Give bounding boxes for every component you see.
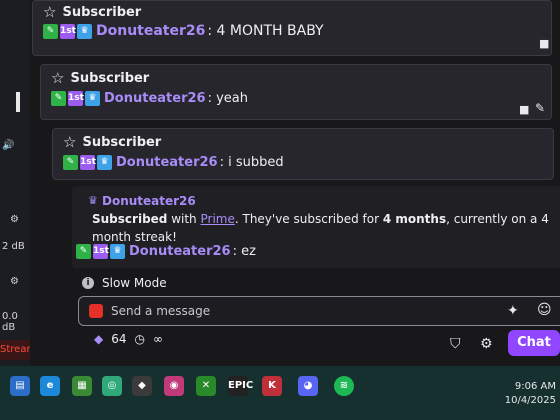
chat-input-placeholder: Send a message: [111, 304, 211, 318]
crown-badge-icon[interactable]: ♛: [77, 23, 92, 39]
first-badge-icon[interactable]: 1st: [60, 23, 76, 39]
info-icon: i: [82, 277, 94, 289]
app-icon[interactable]: ◉: [164, 376, 184, 396]
first-badge-icon[interactable]: 1st: [80, 155, 96, 170]
points-count: 64: [111, 332, 127, 346]
streamlabs-icon[interactable]: ◎: [102, 376, 122, 396]
star-icon: ☆: [63, 133, 77, 151]
clock-date: 10/4/2025: [504, 395, 556, 406]
audio-mixer-panel: 🔊 ⚙ 2 dB ⚙ 0.0 dB Stream: [0, 0, 36, 366]
header-label: Subscriber: [62, 4, 142, 20]
timer-icon: ◷: [134, 332, 145, 346]
sword-badge-icon[interactable]: ✎: [51, 91, 66, 106]
chat-message-card: ☆ Subscriber ✎ 1st ♛ Donuteater26 : yeah…: [40, 64, 552, 120]
channel-points-row: ◆ 64 ◷ ∞: [94, 332, 163, 346]
slow-mode-label: Slow Mode: [102, 276, 167, 290]
gear-icon[interactable]: ⚙: [10, 276, 19, 287]
username[interactable]: Donuteater26: [96, 23, 205, 39]
clock-time: 9:06 AM: [514, 381, 556, 392]
db-label: 2 dB: [2, 241, 25, 252]
chat-panel: ☆ Subscriber ✎ 1st ♛ Donuteater26 : 4 MO…: [30, 0, 560, 366]
zero-db-label: 0.0 dB: [2, 311, 18, 333]
sub-username[interactable]: Donuteater26: [102, 194, 196, 208]
epic-games-icon[interactable]: EPIC: [228, 376, 253, 396]
roblox-icon[interactable]: ◆: [132, 376, 152, 396]
minecraft-icon[interactable]: ▦: [72, 376, 92, 396]
sub-text-mid: . They've subscribed for: [234, 212, 383, 226]
prime-link[interactable]: Prime: [200, 212, 234, 226]
username[interactable]: Donuteater26: [116, 155, 218, 170]
infinity-value: ∞: [153, 332, 163, 346]
header-label: Subscriber: [82, 134, 162, 150]
sword-badge-icon[interactable]: ✎: [63, 155, 78, 170]
message-line: ✎ 1st ♛ Donuteater26 : ez: [76, 244, 256, 259]
sub-months: 4 months: [382, 212, 447, 226]
app-icon[interactable]: K: [262, 376, 282, 396]
points-icon[interactable]: ◆: [94, 332, 103, 346]
gear-icon[interactable]: ⚙: [10, 214, 19, 225]
crown-icon: ♛: [88, 194, 98, 207]
message-text: : ez: [232, 244, 256, 259]
first-badge-icon[interactable]: 1st: [68, 91, 84, 106]
crown-badge-icon[interactable]: ♛: [97, 155, 112, 170]
crown-badge-icon[interactable]: ♛: [85, 91, 100, 106]
xbox-icon[interactable]: ✕: [196, 376, 216, 396]
message-line: ✎ 1st ♛ Donuteater26 : 4 MONTH BABY: [43, 23, 324, 39]
sub-verb: Subscribed: [92, 212, 168, 226]
subscription-event-card: ♛ Donuteater26 Subscribed with Prime. Th…: [72, 186, 560, 268]
crown-badge-icon[interactable]: ♛: [110, 244, 125, 259]
username[interactable]: Donuteater26: [129, 244, 231, 259]
chat-input[interactable]: Send a message ✦ ☺: [78, 296, 560, 326]
camera-icon[interactable]: ■: [539, 37, 549, 50]
pin-icon[interactable]: ✎: [535, 101, 545, 115]
taskbar: ▤ e ▦ ◎ ◆ ◉ ✕ EPIC K ◕ ≋ 9:06 AM 10/4/20…: [0, 366, 560, 420]
star-icon: ☆: [51, 69, 65, 87]
speaker-icon[interactable]: 🔊: [2, 140, 14, 151]
file-explorer-icon[interactable]: ▤: [10, 376, 30, 396]
gear-icon[interactable]: ⚙: [480, 336, 493, 352]
chat-send-button[interactable]: Chat: [508, 330, 560, 356]
sword-badge-icon[interactable]: ✎: [76, 244, 91, 259]
sub-message: Subscribed with Prime. They've subscribe…: [92, 210, 552, 246]
discord-icon[interactable]: ◕: [298, 376, 318, 396]
shield-icon[interactable]: ⛉: [450, 336, 461, 352]
message-header: ☆ Subscriber: [63, 133, 161, 151]
chat-message-card: ☆ Subscriber ✎ 1st ♛ Donuteater26 : 4 MO…: [32, 0, 552, 56]
star-icon: ☆: [43, 3, 57, 21]
sword-badge-icon[interactable]: ✎: [43, 23, 58, 39]
spotify-icon[interactable]: ≋: [334, 376, 354, 396]
header-label: Subscriber: [70, 70, 150, 86]
message-header: ☆ Subscriber: [51, 69, 149, 87]
message-line: ✎ 1st ♛ Donuteater26 : i subbed: [63, 155, 284, 170]
chat-message-card: ☆ Subscriber ✎ 1st ♛ Donuteater26 : i su…: [52, 128, 554, 180]
volume-level-bar: [16, 92, 20, 112]
edge-icon[interactable]: e: [40, 376, 60, 396]
party-popper-icon[interactable]: ✦: [507, 303, 519, 319]
message-line: ✎ 1st ♛ Donuteater26 : yeah: [51, 91, 248, 106]
message-text: : i subbed: [219, 155, 284, 170]
message-header: ☆ Subscriber: [43, 3, 141, 21]
message-text: : yeah: [207, 91, 248, 106]
first-badge-icon[interactable]: 1st: [93, 244, 109, 259]
camera-icon[interactable]: ■: [519, 103, 529, 116]
message-text: : 4 MONTH BABY: [207, 23, 324, 39]
slow-mode-notice: i Slow Mode: [82, 276, 167, 290]
sub-with: with: [167, 212, 201, 226]
youtube-icon: [89, 304, 103, 318]
emoji-icon[interactable]: ☺: [537, 302, 552, 318]
system-clock[interactable]: 9:06 AM 10/4/2025: [505, 380, 556, 408]
username[interactable]: Donuteater26: [104, 91, 206, 106]
